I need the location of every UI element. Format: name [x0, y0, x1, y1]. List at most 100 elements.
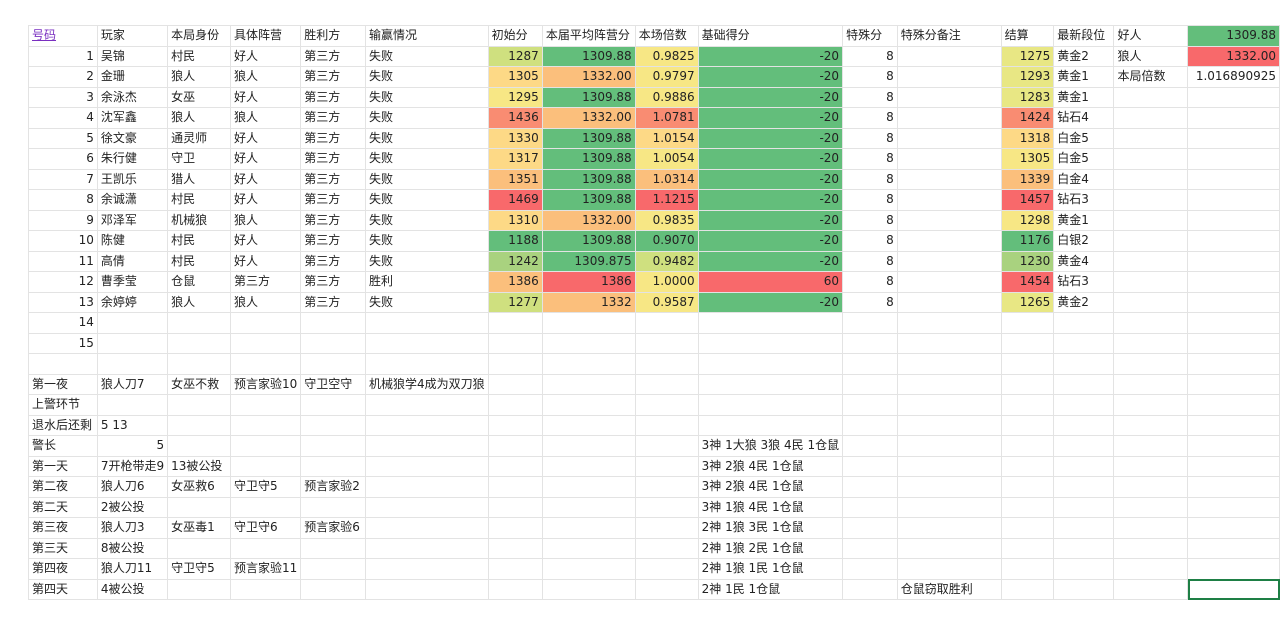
cell-r6-c11[interactable]: 8 — [842, 127, 898, 149]
cell-r26-c7[interactable] — [487, 537, 543, 559]
cell-r22-c14[interactable] — [1053, 455, 1115, 477]
cell-r4-c6[interactable]: 失败 — [364, 86, 489, 108]
cell-r21-c12[interactable] — [896, 435, 1002, 457]
cell-r1-c12[interactable]: 特殊分备注 — [896, 25, 1002, 47]
cell-r26-c11[interactable] — [842, 537, 898, 559]
cell-r4-c8[interactable]: 1309.88 — [541, 86, 636, 108]
cell-r1-c16[interactable]: 1309.88 — [1187, 25, 1280, 47]
cell-r12-c2[interactable]: 高倩 — [96, 250, 169, 272]
cell-r25-c16[interactable] — [1187, 517, 1280, 539]
cell-r22-c10[interactable]: 3神 2狼 4民 1仓鼠 — [697, 455, 844, 477]
cell-r24-c3[interactable] — [167, 496, 231, 518]
cell-r24-c13[interactable] — [1000, 496, 1055, 518]
cell-r17-c1[interactable] — [28, 353, 98, 375]
cell-r2-c9[interactable]: 0.9825 — [634, 45, 699, 67]
cell-r14-c6[interactable]: 失败 — [364, 291, 489, 313]
cell-r18-c15[interactable] — [1113, 373, 1189, 395]
cell-r1-c7[interactable]: 初始分 — [487, 25, 543, 47]
cell-r23-c13[interactable] — [1000, 476, 1055, 498]
cell-r4-c14[interactable]: 黄金1 — [1053, 86, 1115, 108]
cell-r15-c14[interactable] — [1053, 312, 1115, 334]
cell-r28-c9[interactable] — [634, 578, 699, 600]
cell-r13-c10[interactable]: 60 — [697, 271, 844, 293]
cell-r19-c12[interactable] — [896, 394, 1002, 416]
cell-r27-c8[interactable] — [541, 558, 636, 580]
cell-r15-c1[interactable]: 14 — [28, 312, 98, 334]
cell-r12-c12[interactable] — [896, 250, 1002, 272]
cell-r16-c11[interactable] — [842, 332, 898, 354]
cell-r24-c10[interactable]: 3神 1狼 4民 1仓鼠 — [697, 496, 844, 518]
cell-r25-c15[interactable] — [1113, 517, 1189, 539]
cell-r9-c7[interactable]: 1469 — [487, 189, 543, 211]
cell-r7-c7[interactable]: 1317 — [487, 148, 543, 170]
cell-r23-c10[interactable]: 3神 2狼 4民 1仓鼠 — [697, 476, 844, 498]
cell-r2-c8[interactable]: 1309.88 — [541, 45, 636, 67]
cell-r1-c14[interactable]: 最新段位 — [1053, 25, 1115, 47]
cell-r13-c6[interactable]: 胜利 — [364, 271, 489, 293]
cell-r3-c14[interactable]: 黄金1 — [1053, 66, 1115, 88]
cell-r5-c12[interactable] — [896, 107, 1002, 129]
cell-r26-c9[interactable] — [634, 537, 699, 559]
cell-r12-c1[interactable]: 11 — [28, 250, 98, 272]
cell-r18-c2[interactable]: 狼人刀7 — [96, 373, 169, 395]
cell-r18-c6[interactable]: 机械狼学4成为双刀狼 — [364, 373, 489, 395]
cell-r15-c12[interactable] — [896, 312, 1002, 334]
cell-r23-c7[interactable] — [487, 476, 543, 498]
cell-r22-c11[interactable] — [842, 455, 898, 477]
cell-r7-c1[interactable]: 6 — [28, 148, 98, 170]
cell-r11-c6[interactable]: 失败 — [364, 230, 489, 252]
cell-r18-c8[interactable] — [541, 373, 636, 395]
cell-r3-c16[interactable]: 1.016890925 — [1187, 66, 1280, 88]
cell-r19-c16[interactable] — [1187, 394, 1280, 416]
cell-r15-c6[interactable] — [364, 312, 489, 334]
cell-r26-c10[interactable]: 2神 1狼 2民 1仓鼠 — [697, 537, 844, 559]
cell-r20-c14[interactable] — [1053, 414, 1115, 436]
cell-r24-c15[interactable] — [1113, 496, 1189, 518]
cell-r5-c7[interactable]: 1436 — [487, 107, 543, 129]
cell-r17-c14[interactable] — [1053, 353, 1115, 375]
cell-r14-c3[interactable]: 狼人 — [167, 291, 231, 313]
cell-r2-c11[interactable]: 8 — [842, 45, 898, 67]
cell-r11-c15[interactable] — [1113, 230, 1189, 252]
cell-r27-c2[interactable]: 狼人刀11 — [96, 558, 169, 580]
cell-r2-c1[interactable]: 1 — [28, 45, 98, 67]
cell-r7-c3[interactable]: 守卫 — [167, 148, 231, 170]
cell-r8-c10[interactable]: -20 — [697, 168, 844, 190]
cell-r27-c11[interactable] — [842, 558, 898, 580]
cell-r24-c12[interactable] — [896, 496, 1002, 518]
cell-r3-c11[interactable]: 8 — [842, 66, 898, 88]
cell-r13-c3[interactable]: 仓鼠 — [167, 271, 231, 293]
cell-r25-c7[interactable] — [487, 517, 543, 539]
cell-r15-c16[interactable] — [1187, 312, 1280, 334]
cell-r5-c6[interactable]: 失败 — [364, 107, 489, 129]
cell-r8-c8[interactable]: 1309.88 — [541, 168, 636, 190]
cell-r9-c8[interactable]: 1309.88 — [541, 189, 636, 211]
cell-r16-c3[interactable] — [167, 332, 231, 354]
cell-r20-c9[interactable] — [634, 414, 699, 436]
cell-r18-c5[interactable]: 守卫空守 — [300, 373, 366, 395]
cell-r22-c8[interactable] — [541, 455, 636, 477]
cell-r7-c10[interactable]: -20 — [697, 148, 844, 170]
cell-r22-c5[interactable] — [300, 455, 366, 477]
cell-r2-c12[interactable] — [896, 45, 1002, 67]
cell-r8-c13[interactable]: 1339 — [1000, 168, 1055, 190]
cell-r23-c12[interactable] — [896, 476, 1002, 498]
cell-r19-c13[interactable] — [1000, 394, 1055, 416]
cell-r22-c9[interactable] — [634, 455, 699, 477]
cell-r16-c10[interactable] — [697, 332, 844, 354]
cell-r24-c11[interactable] — [842, 496, 898, 518]
cell-r11-c9[interactable]: 0.9070 — [634, 230, 699, 252]
cell-r9-c10[interactable]: -20 — [697, 189, 844, 211]
cell-r7-c4[interactable]: 好人 — [229, 148, 302, 170]
cell-r25-c3[interactable]: 女巫毒1 — [167, 517, 231, 539]
cell-r28-c3[interactable] — [167, 578, 231, 600]
cell-r6-c8[interactable]: 1309.88 — [541, 127, 636, 149]
cell-r16-c4[interactable] — [229, 332, 302, 354]
cell-r18-c14[interactable] — [1053, 373, 1115, 395]
cell-r28-c1[interactable]: 第四天 — [28, 578, 98, 600]
cell-r16-c2[interactable] — [96, 332, 169, 354]
cell-r13-c9[interactable]: 1.0000 — [634, 271, 699, 293]
cell-r23-c16[interactable] — [1187, 476, 1280, 498]
cell-r24-c16[interactable] — [1187, 496, 1280, 518]
cell-r4-c16[interactable] — [1187, 86, 1280, 108]
